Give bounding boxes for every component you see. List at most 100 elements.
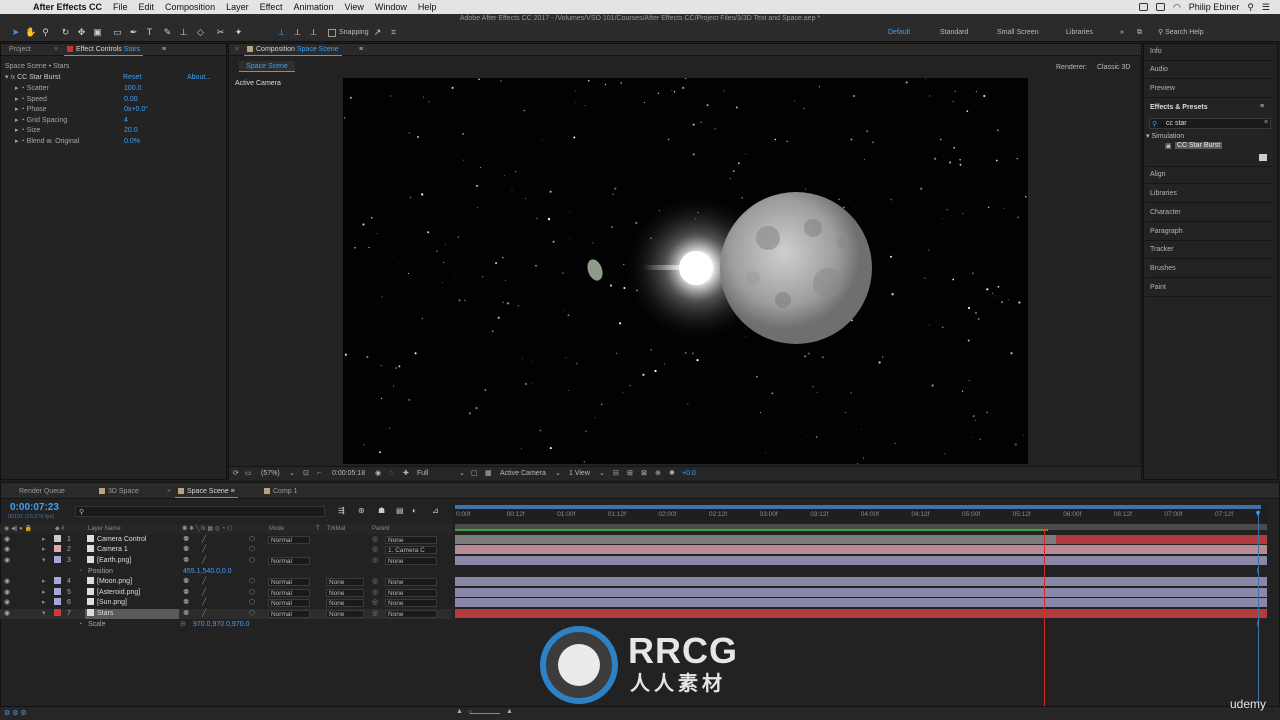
show-snapshot-icon[interactable]: ◌ bbox=[389, 467, 393, 480]
new-folder-icon[interactable] bbox=[1259, 154, 1267, 161]
status-icon[interactable] bbox=[1155, 3, 1165, 11]
exposure-value[interactable]: +0.0 bbox=[682, 467, 696, 480]
menu-help[interactable]: Help bbox=[418, 2, 437, 12]
shy-switch-icon[interactable]: ⚉ bbox=[183, 588, 189, 598]
param-row[interactable]: ▸ ◔ Grid Spacing bbox=[15, 116, 67, 126]
layer-duration-bar[interactable] bbox=[455, 588, 1267, 597]
flowchart-icon[interactable]: ⊕ bbox=[655, 467, 661, 480]
quality-switch-icon[interactable]: ╱ bbox=[202, 609, 206, 619]
type-tool-icon[interactable]: T bbox=[144, 27, 155, 38]
panel-menu-icon[interactable]: ≡ bbox=[359, 46, 363, 53]
clone-stamp-icon[interactable]: ⊥ bbox=[178, 27, 189, 38]
panel-item[interactable]: Character bbox=[1145, 204, 1272, 222]
table-row[interactable]: ◉ ▸ 2 Camera 1 ⚉ ╱ ⬡ ◎ 1. Camera C bbox=[0, 545, 452, 555]
menu-effect[interactable]: Effect bbox=[260, 2, 283, 12]
parent-dropdown[interactable]: None bbox=[385, 599, 437, 607]
layer-name[interactable]: [Sun.png] bbox=[85, 598, 179, 608]
snapshot-icon[interactable]: ◉ bbox=[375, 467, 381, 480]
visibility-eye-icon[interactable]: ◉ bbox=[4, 609, 10, 619]
expand-twirl-icon[interactable]: ▸ bbox=[42, 545, 46, 555]
user-name[interactable]: Philip Ebiner bbox=[1189, 2, 1240, 12]
tab-composition[interactable]: Composition Space Scene bbox=[244, 46, 342, 56]
menu-file[interactable]: File bbox=[113, 2, 128, 12]
pick-whip-icon[interactable]: ◎ bbox=[372, 577, 378, 587]
shy-switch-icon[interactable]: ⚉ bbox=[183, 598, 189, 608]
3d-layer-switch-icon[interactable]: ⬡ bbox=[249, 545, 255, 555]
layer-duration-bar[interactable] bbox=[455, 556, 1267, 565]
timeline-icon[interactable]: ⊠ bbox=[641, 467, 647, 480]
stopwatch-icon[interactable]: ◔ bbox=[20, 117, 24, 124]
trkmat-dropdown[interactable]: None bbox=[326, 589, 364, 597]
time-indicator-handle[interactable]: ▼ bbox=[1254, 509, 1262, 518]
panel-preview[interactable]: Preview bbox=[1145, 80, 1272, 98]
3d-layer-switch-icon[interactable]: ⬡ bbox=[249, 588, 255, 598]
zoom-in-icon[interactable]: ▲ bbox=[506, 708, 513, 715]
eraser-tool-icon[interactable]: ◇ bbox=[195, 27, 206, 38]
stopwatch-icon[interactable]: ◔ bbox=[20, 96, 24, 103]
table-row[interactable]: ◉ ▸ 5 [Asteroid.png] ⚉ ╱ ⬡ Normal None ◎… bbox=[0, 588, 452, 598]
clear-search-icon[interactable]: × bbox=[1264, 119, 1268, 126]
param-value[interactable]: 20.0 bbox=[124, 126, 138, 136]
monitor-icon[interactable]: ▭ bbox=[245, 467, 252, 480]
rotate-tool-icon[interactable]: ↻ bbox=[60, 27, 71, 38]
trkmat-dropdown[interactable]: None bbox=[326, 578, 364, 586]
draft-3d-icon[interactable]: ⊛ bbox=[358, 506, 365, 515]
trkmat-dropdown[interactable]: None bbox=[326, 599, 364, 607]
expand-twirl-icon[interactable]: ▾ bbox=[42, 556, 46, 566]
camera-orbit-icon[interactable]: ✥ bbox=[76, 27, 87, 38]
scale-value[interactable]: 970.0,970.0,970.0 bbox=[193, 620, 249, 630]
param-row[interactable]: ▸ ◔ Phase bbox=[15, 105, 47, 115]
view-chevron-icon[interactable]: ⌄ bbox=[599, 467, 605, 480]
mode-dropdown[interactable]: Normal bbox=[268, 599, 310, 607]
selection-tool-icon[interactable]: ➤ bbox=[10, 27, 21, 38]
cloud-icon[interactable] bbox=[1138, 3, 1148, 11]
panel-item[interactable]: Tracker bbox=[1145, 241, 1272, 259]
roto-brush-icon[interactable]: ✂ bbox=[215, 27, 226, 38]
camera-dropdown[interactable]: Active Camera bbox=[500, 467, 546, 480]
quality-switch-icon[interactable]: ╱ bbox=[202, 577, 206, 587]
menu-animation[interactable]: Animation bbox=[293, 2, 333, 12]
param-row[interactable]: ▸ ◔ Scatter bbox=[15, 84, 49, 94]
comp-mini-flowchart-icon[interactable]: ⇶ bbox=[338, 506, 345, 515]
effects-search-input[interactable]: ⚲ cc star × bbox=[1149, 118, 1271, 129]
menu-window[interactable]: Window bbox=[375, 2, 407, 12]
motion-blur-icon[interactable]: ◐ bbox=[412, 506, 417, 515]
panel-audio[interactable]: Audio bbox=[1145, 61, 1272, 79]
shy-switch-icon[interactable]: ⚉ bbox=[183, 577, 189, 587]
work-area-bar[interactable] bbox=[455, 505, 1261, 509]
comp-flow-tab[interactable]: Space Scene bbox=[239, 61, 295, 72]
parent-dropdown[interactable]: None bbox=[385, 578, 437, 586]
panel-item[interactable]: Brushes bbox=[1145, 260, 1272, 278]
panel-menu-icon[interactable]: ≡ bbox=[1260, 103, 1264, 110]
visibility-eye-icon[interactable]: ◉ bbox=[4, 577, 10, 587]
table-row[interactable]: ◉ ▸ 6 [Sun.png] ⚉ ╱ ⬡ Normal None ◎ None bbox=[0, 598, 452, 608]
snap-feature-icon[interactable]: ⌗ bbox=[388, 27, 399, 38]
quality-switch-icon[interactable]: ╱ bbox=[202, 545, 206, 555]
quality-switch-icon[interactable]: ╱ bbox=[202, 535, 206, 545]
table-row[interactable]: ◉ ▸ 4 [Moon.png] ⚉ ╱ ⬡ Normal None ◎ Non… bbox=[0, 577, 452, 587]
mode-header[interactable]: Mode bbox=[269, 524, 284, 534]
zoom-slider[interactable] bbox=[470, 713, 500, 714]
safe-zones-icon[interactable]: ⊡ bbox=[303, 467, 309, 480]
zoom-slider-handle[interactable]: ○ bbox=[468, 709, 472, 716]
layer-name[interactable]: [Moon.png] bbox=[85, 577, 179, 587]
stopwatch-icon[interactable]: ◔ bbox=[20, 138, 24, 145]
close-icon[interactable]: × bbox=[54, 46, 58, 53]
transparency-grid-icon[interactable]: ▦ bbox=[485, 467, 492, 480]
playhead-line[interactable] bbox=[1044, 527, 1045, 707]
mode-dropdown[interactable]: Normal bbox=[268, 578, 310, 586]
stopwatch-icon[interactable]: ◔ bbox=[78, 620, 82, 630]
effect-header[interactable]: ▾ fx CC Star Burst bbox=[5, 73, 60, 83]
visibility-eye-icon[interactable]: ◉ bbox=[4, 545, 10, 555]
shy-switch-icon[interactable]: ⚉ bbox=[183, 535, 189, 545]
layer-duration-bar[interactable] bbox=[455, 545, 1267, 554]
shy-switch-icon[interactable]: ⚉ bbox=[183, 545, 189, 555]
pick-whip-icon[interactable]: ◎ bbox=[372, 609, 378, 619]
about-button[interactable]: About... bbox=[187, 73, 211, 83]
panel-item[interactable]: Paint bbox=[1145, 279, 1272, 297]
layer-name-header[interactable]: Layer Name bbox=[88, 524, 121, 534]
3d-layer-switch-icon[interactable]: ⬡ bbox=[249, 598, 255, 608]
pick-whip-icon[interactable]: ◎ bbox=[372, 545, 378, 555]
panel-item[interactable]: Paragraph bbox=[1145, 223, 1272, 241]
param-value[interactable]: 0x+0.0° bbox=[124, 105, 148, 115]
